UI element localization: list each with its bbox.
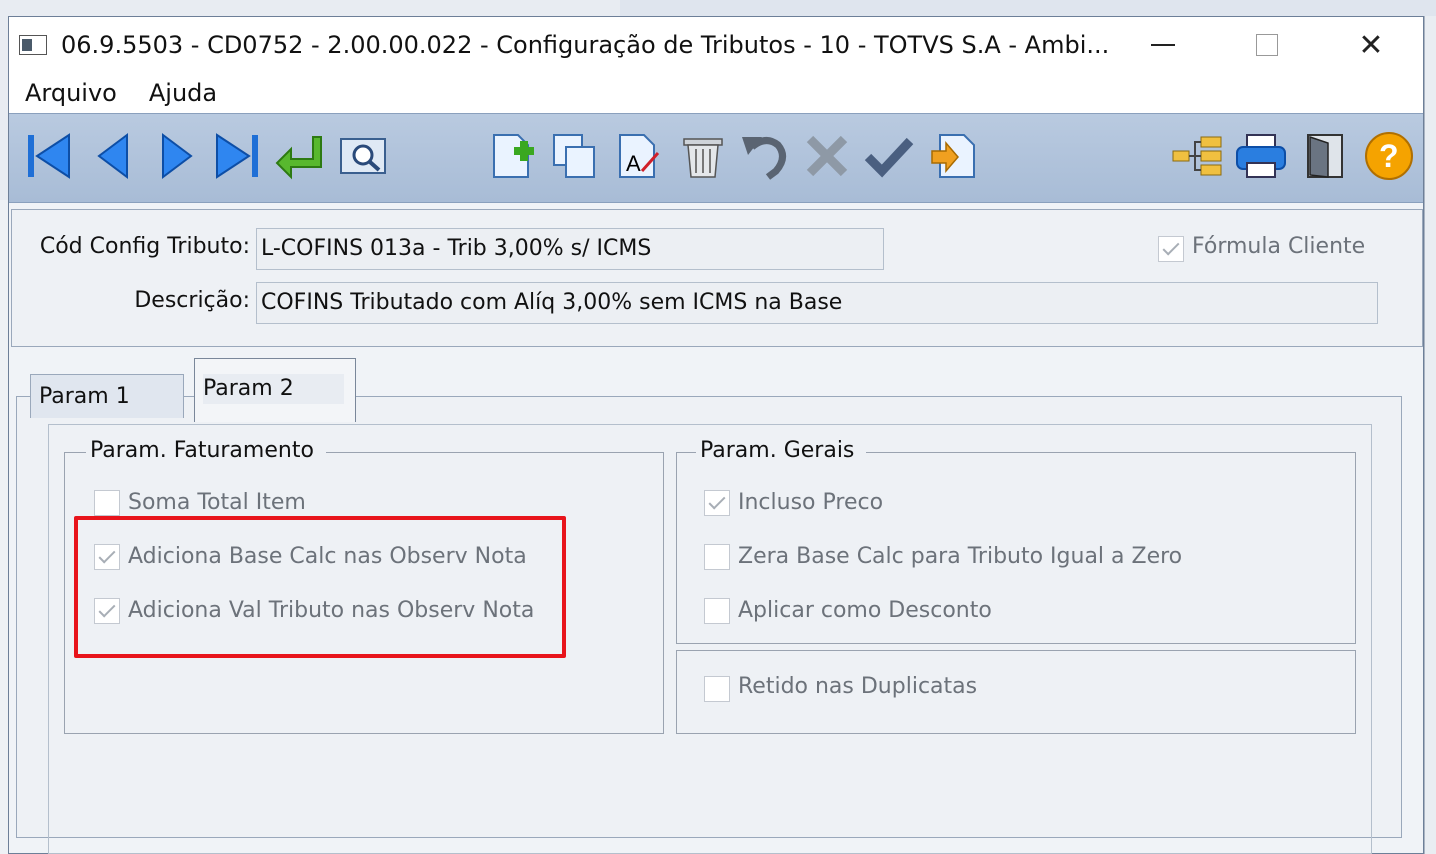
svg-text:?: ? <box>1379 138 1399 174</box>
save-icon <box>864 137 914 178</box>
print-icon <box>1236 134 1286 178</box>
descricao-field[interactable]: COFINS Tributado com Alíq 3,00% sem ICMS… <box>256 282 1378 324</box>
delete-button[interactable] <box>677 130 729 182</box>
help-button[interactable]: ? <box>1363 130 1415 182</box>
highlight-box <box>74 516 566 658</box>
search-icon <box>340 138 386 174</box>
goto-button[interactable] <box>273 130 325 182</box>
soma-total-item-checkbox[interactable] <box>94 490 120 516</box>
copy-icon <box>553 134 595 178</box>
title-bar[interactable]: 06.9.5503 - CD0752 - 2.00.00.022 - Confi… <box>9 17 1423 73</box>
menu-arquivo[interactable]: Arquivo <box>25 79 117 107</box>
previous-record-button[interactable] <box>87 130 139 182</box>
cancel-icon <box>806 135 848 177</box>
app-icon[interactable] <box>19 35 47 55</box>
retido-duplicatas-checkbox[interactable] <box>704 676 730 702</box>
background-window-left-edge <box>0 200 8 854</box>
soma-total-item-label: Soma Total Item <box>128 490 306 515</box>
descricao-label: Descrição: <box>134 288 250 313</box>
new-record-icon <box>493 134 534 178</box>
incluso-preco-checkbox[interactable] <box>704 490 730 516</box>
search-button[interactable] <box>337 130 389 182</box>
formula-cliente-checkbox[interactable] <box>1158 236 1184 262</box>
incluso-preco-label: Incluso Preco <box>738 490 884 515</box>
background-toolbar-strip <box>620 0 1436 17</box>
svg-text:A: A <box>626 151 641 176</box>
last-record-button[interactable] <box>211 130 263 182</box>
cancel-button[interactable] <box>801 130 853 182</box>
toolbar: A ? <box>9 113 1423 203</box>
exit-icon <box>1307 134 1343 178</box>
tab-param-1[interactable]: Param 1 <box>30 374 184 418</box>
first-record-button[interactable] <box>23 130 75 182</box>
save-button[interactable] <box>863 130 915 182</box>
help-icon: ? <box>1365 132 1413 180</box>
minimize-icon <box>1151 44 1175 46</box>
previous-record-icon <box>97 133 128 179</box>
edit-button[interactable]: A <box>613 130 665 182</box>
minimize-button[interactable] <box>1113 17 1213 73</box>
menu-bar: Arquivo Ajuda <box>9 73 1423 113</box>
maximize-button[interactable] <box>1217 17 1317 73</box>
undo-icon <box>742 137 786 180</box>
print-button[interactable] <box>1235 130 1287 182</box>
next-record-button[interactable] <box>151 130 203 182</box>
cod-config-tributo-label: Cód Config Tributo: <box>39 234 250 259</box>
aplicar-desconto-checkbox[interactable] <box>704 598 730 624</box>
menu-ajuda[interactable]: Ajuda <box>149 79 217 107</box>
undo-button[interactable] <box>739 130 791 182</box>
cod-config-tributo-field[interactable]: L-COFINS 013a - Trib 3,00% s/ ICMS <box>256 228 884 270</box>
close-button[interactable]: ✕ <box>1321 17 1421 73</box>
param-faturamento-title: Param. Faturamento <box>86 438 326 463</box>
edit-icon: A <box>619 134 660 178</box>
exit-button[interactable] <box>1299 130 1351 182</box>
goto-icon <box>275 136 322 180</box>
copy-button[interactable] <box>549 130 601 182</box>
close-icon: ✕ <box>1358 27 1384 63</box>
retido-duplicatas-label: Retido nas Duplicatas <box>738 674 978 699</box>
background-window-edge <box>1424 16 1436 854</box>
formula-cliente-label: Fórmula Cliente <box>1192 234 1366 259</box>
next-record-icon <box>162 133 193 179</box>
structure-button[interactable] <box>1171 130 1223 182</box>
zera-base-calc-checkbox[interactable] <box>704 544 730 570</box>
maximize-icon <box>1256 34 1278 56</box>
first-record-icon <box>28 133 70 179</box>
new-record-button[interactable] <box>487 130 539 182</box>
window-title: 06.9.5503 - CD0752 - 2.00.00.022 - Confi… <box>61 31 1110 59</box>
tab-param-2[interactable]: Param 2 <box>194 358 356 422</box>
delete-icon <box>683 138 723 178</box>
tab-param-2-label: Param 2 <box>203 374 344 404</box>
param-gerais-title: Param. Gerais <box>696 438 867 463</box>
import-button[interactable] <box>927 130 979 182</box>
aplicar-desconto-label: Aplicar como Desconto <box>738 598 992 623</box>
zera-base-calc-label: Zera Base Calc para Tributo Igual a Zero <box>738 544 1183 569</box>
import-icon <box>931 134 975 178</box>
last-record-icon <box>216 133 258 179</box>
structure-icon <box>1172 136 1222 176</box>
